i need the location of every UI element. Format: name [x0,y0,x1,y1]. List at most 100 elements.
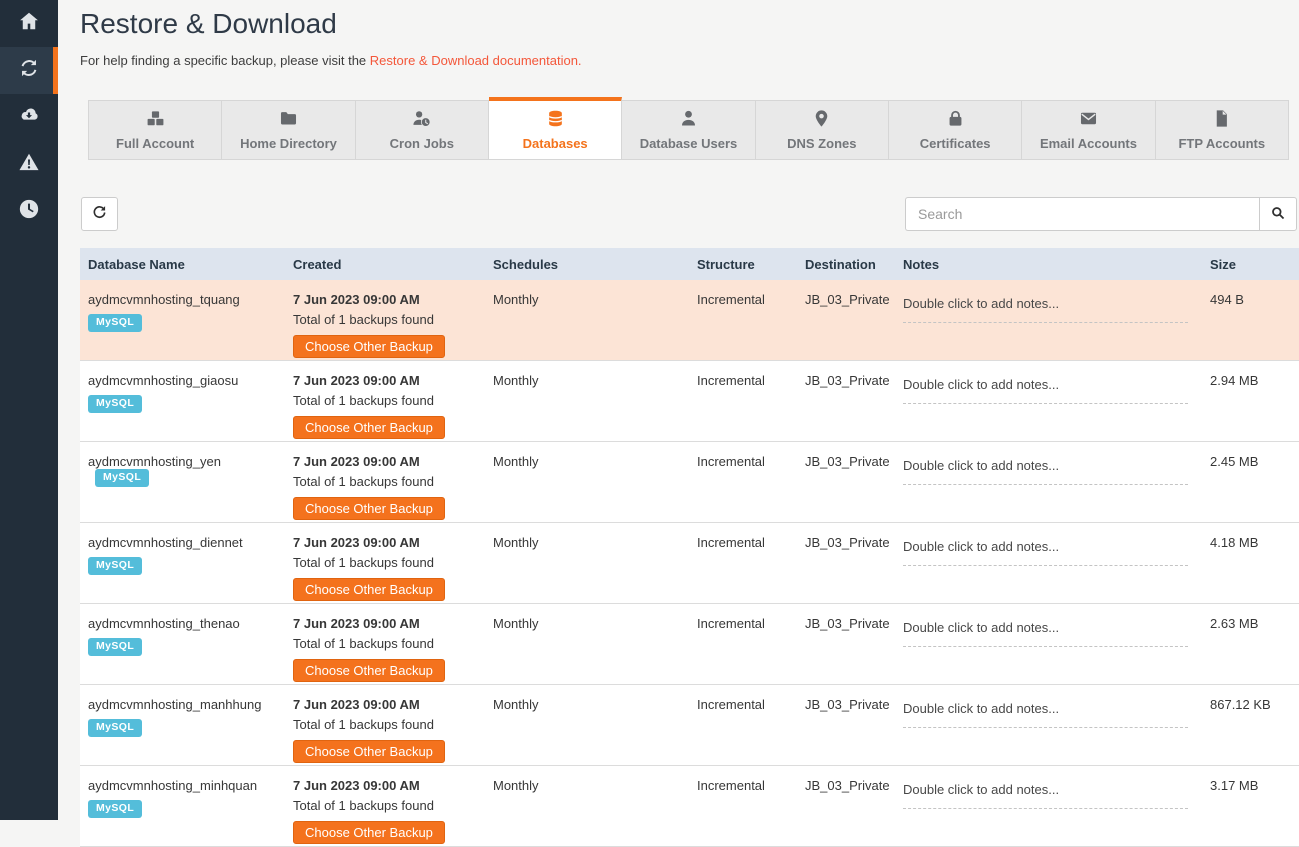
notes-cell: Double click to add notes... [895,697,1202,765]
created-cell: 7 Jun 2023 09:00 AM Total of 1 backups f… [285,778,485,846]
choose-other-backup-button[interactable]: Choose Other Backup [293,821,445,844]
backups-found-text: Total of 1 backups found [293,717,477,732]
column-header-database-name: Database Name [80,257,285,272]
tab-label: DNS Zones [787,136,856,151]
destination-cell: JB_03_Private [797,292,895,360]
size-cell: 4.18 MB [1202,535,1299,603]
size-cell: 2.94 MB [1202,373,1299,441]
schedules-cell: Monthly [485,292,689,360]
user-clock-icon [412,109,431,131]
refresh-icon [91,204,108,224]
database-name-cell: aydmcvmnhosting_diennet MySQL [80,535,285,603]
table-body: aydmcvmnhosting_tquang MySQL 7 Jun 2023 … [80,280,1299,847]
destination-cell: JB_03_Private [797,535,895,603]
notes-placeholder[interactable]: Double click to add notes... [903,701,1188,728]
column-header-structure: Structure [689,257,797,272]
tab-cron-jobs[interactable]: Cron Jobs [356,101,489,159]
choose-other-backup-button[interactable]: Choose Other Backup [293,578,445,601]
mysql-badge: MySQL [95,469,149,487]
tab-label: Email Accounts [1040,136,1137,151]
created-cell: 7 Jun 2023 09:00 AM Total of 1 backups f… [285,535,485,603]
notes-placeholder[interactable]: Double click to add notes... [903,782,1188,809]
backups-found-text: Total of 1 backups found [293,312,477,327]
choose-other-backup-button[interactable]: Choose Other Backup [293,416,445,439]
backups-table: Database Name Created Schedules Structur… [80,248,1299,847]
sidebar-item-alerts[interactable] [0,141,58,188]
database-name: aydmcvmnhosting_minhquan [88,778,257,793]
tab-ftp-accounts[interactable]: FTP Accounts [1156,101,1288,159]
tab-dns-zones[interactable]: DNS Zones [756,101,889,159]
file-icon [1212,109,1231,131]
mysql-badge: MySQL [88,395,142,413]
notes-cell: Double click to add notes... [895,292,1202,360]
notes-placeholder[interactable]: Double click to add notes... [903,458,1188,485]
structure-cell: Incremental [689,616,797,684]
cubes-icon [146,109,165,131]
database-name: aydmcvmnhosting_tquang [88,292,240,307]
destination-cell: JB_03_Private [797,778,895,846]
tab-database-users[interactable]: Database Users [622,101,755,159]
search-button[interactable] [1259,197,1297,231]
backups-found-text: Total of 1 backups found [293,474,477,489]
database-name-cell: aydmcvmnhosting_giaosu MySQL [80,373,285,441]
sidebar-item-downloads[interactable] [0,94,58,141]
sidebar-item-home[interactable] [0,0,58,47]
refresh-button[interactable] [81,197,118,231]
tab-label: FTP Accounts [1178,136,1265,151]
schedules-cell: Monthly [485,535,689,603]
structure-cell: Incremental [689,373,797,441]
mysql-badge: MySQL [88,638,142,656]
toolbar [81,197,1297,231]
size-cell: 3.17 MB [1202,778,1299,846]
sidebar-item-restore-download[interactable] [0,47,58,94]
sidebar-item-queue[interactable] [0,188,58,235]
choose-other-backup-button[interactable]: Choose Other Backup [293,335,445,358]
created-cell: 7 Jun 2023 09:00 AM Total of 1 backups f… [285,373,485,441]
tab-certificates[interactable]: Certificates [889,101,1022,159]
notes-placeholder[interactable]: Double click to add notes... [903,620,1188,647]
map-marker-icon [812,109,831,131]
table-header-row: Database Name Created Schedules Structur… [80,248,1299,280]
choose-other-backup-button[interactable]: Choose Other Backup [293,497,445,520]
structure-cell: Incremental [689,778,797,846]
choose-other-backup-button[interactable]: Choose Other Backup [293,659,445,682]
table-row: aydmcvmnhosting_tquang MySQL 7 Jun 2023 … [80,280,1299,361]
choose-other-backup-button[interactable]: Choose Other Backup [293,740,445,763]
tab-email-accounts[interactable]: Email Accounts [1022,101,1155,159]
documentation-link[interactable]: Restore & Download documentation. [370,53,582,68]
tab-full-account[interactable]: Full Account [89,101,222,159]
search-group [905,197,1297,231]
created-date: 7 Jun 2023 09:00 AM [293,292,477,307]
table-row: aydmcvmnhosting_giaosu MySQL 7 Jun 2023 … [80,361,1299,442]
tab-databases[interactable]: Databases [489,97,622,159]
envelope-icon [1079,109,1098,131]
column-header-schedules: Schedules [485,257,689,272]
database-name: aydmcvmnhosting_giaosu [88,373,238,388]
home-icon [18,10,40,37]
search-input[interactable] [905,197,1259,231]
tab-label: Cron Jobs [390,136,454,151]
created-cell: 7 Jun 2023 09:00 AM Total of 1 backups f… [285,292,485,360]
backups-found-text: Total of 1 backups found [293,636,477,651]
main-content: Restore & Download For help finding a sp… [58,6,1299,847]
size-cell: 494 B [1202,292,1299,360]
tab-home-directory[interactable]: Home Directory [222,101,355,159]
schedules-cell: Monthly [485,616,689,684]
created-date: 7 Jun 2023 09:00 AM [293,373,477,388]
backups-found-text: Total of 1 backups found [293,393,477,408]
notes-cell: Double click to add notes... [895,778,1202,846]
schedules-cell: Monthly [485,778,689,846]
schedules-cell: Monthly [485,454,689,522]
notes-cell: Double click to add notes... [895,454,1202,522]
notes-placeholder[interactable]: Double click to add notes... [903,296,1188,323]
column-header-created: Created [285,257,485,272]
notes-placeholder[interactable]: Double click to add notes... [903,377,1188,404]
database-name: aydmcvmnhosting_thenao [88,616,240,631]
created-cell: 7 Jun 2023 09:00 AM Total of 1 backups f… [285,454,485,522]
backups-found-text: Total of 1 backups found [293,555,477,570]
notes-placeholder[interactable]: Double click to add notes... [903,539,1188,566]
schedules-cell: Monthly [485,697,689,765]
column-header-destination: Destination [797,257,895,272]
destination-cell: JB_03_Private [797,454,895,522]
mysql-badge: MySQL [88,557,142,575]
